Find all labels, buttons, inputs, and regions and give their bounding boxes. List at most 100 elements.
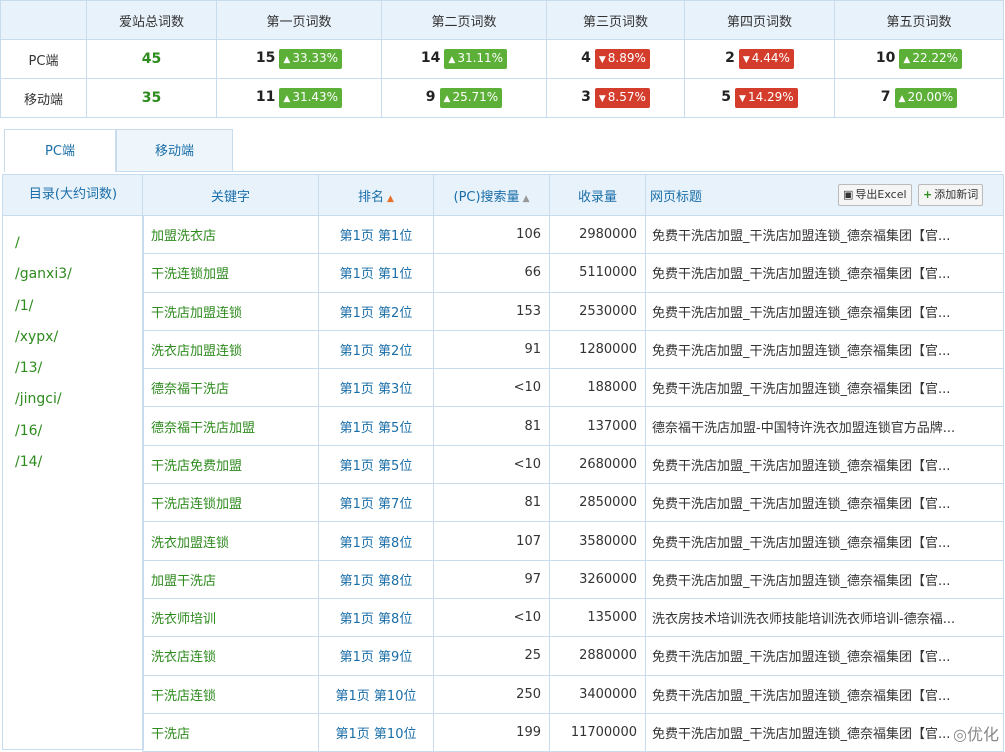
keyword-cell[interactable]: 洗衣加盟连锁 bbox=[142, 521, 319, 561]
arrow-up-icon: ▲ bbox=[283, 55, 291, 65]
summary-row-pc: PC端 45 15 ▲ 33.33% 14 ▲ 31.11% 4 ▼ 8.89% 2 ▼ 4.44% 1… bbox=[0, 39, 1004, 79]
page-title-cell[interactable]: 免费干洗店加盟_干洗店加盟连锁_德奈福集团【官... bbox=[645, 444, 1004, 485]
col-rank[interactable]: 排名 ▲ bbox=[318, 174, 434, 216]
keyword-cell[interactable]: 干洗店连锁 bbox=[142, 674, 319, 714]
summary-cell: 4 ▼ 8.89% bbox=[546, 39, 685, 79]
table-row: 洗衣师培训 第1页 第8位 <10 135000 洗衣房技术培训洗衣师技能培训洗衣师培训… bbox=[142, 597, 1004, 638]
rank-cell: 第1页 第1位 bbox=[318, 214, 434, 255]
page-title-cell[interactable]: 免费干洗店加盟_干洗店加盟连锁_德奈福集团【官... bbox=[645, 368, 1004, 408]
page-title-cell[interactable]: 免费干洗店加盟_干洗店加盟连锁_德奈福集团【官... bbox=[645, 559, 1004, 599]
percent-value: 31.11% bbox=[457, 51, 504, 65]
directory-item[interactable]: /1/ bbox=[3, 291, 143, 322]
keyword-cell[interactable]: 干洗店免费加盟 bbox=[142, 444, 319, 485]
keyword-cell[interactable]: 干洗连锁加盟 bbox=[142, 253, 319, 293]
keyword-cell[interactable]: 洗衣店连锁 bbox=[142, 636, 319, 676]
directory-item[interactable]: /13/ bbox=[3, 353, 143, 384]
arrow-up-icon: ▲ bbox=[448, 55, 456, 65]
index-count-cell: 2880000 bbox=[549, 636, 646, 676]
summary-total: 45 bbox=[86, 39, 217, 79]
col-title: 网页标题 ▣ 导出Excel + 添加新词 bbox=[645, 174, 1004, 216]
page-title-cell[interactable]: 洗衣房技术培训洗衣师技能培训洗衣师培训-德奈福... bbox=[645, 597, 1004, 638]
keyword-table-body: 加盟洗衣店 第1页 第1位 106 2980000 免费干洗店加盟_干洗店加盟连锁_德奈… bbox=[142, 214, 1004, 752]
col-search-volume[interactable]: (PC)搜索量 ▲ bbox=[433, 174, 550, 216]
summary-cell: 15 ▲ 33.33% bbox=[216, 39, 382, 79]
summary-cell: 7 ▲ 20.00% bbox=[834, 78, 1004, 118]
summary-cell: 2 ▼ 4.44% bbox=[684, 39, 835, 79]
percent-badge: ▼ 8.57% bbox=[594, 88, 650, 108]
add-keyword-button[interactable]: + 添加新词 bbox=[918, 184, 984, 206]
keyword-cell[interactable]: 德奈福干洗店 bbox=[142, 368, 319, 408]
sort-icon[interactable]: ▲ bbox=[523, 194, 530, 204]
summary-row-label: 移动端 bbox=[0, 78, 87, 118]
directory-item[interactable]: / bbox=[3, 228, 143, 259]
arrow-up-icon: ▲ bbox=[283, 94, 291, 104]
table-row: 干洗店加盟连锁 第1页 第2位 153 2530000 免费干洗店加盟_干洗店加盟连锁_… bbox=[142, 291, 1004, 331]
summary-count: 11 bbox=[255, 89, 276, 105]
summary-count: 3 bbox=[581, 89, 591, 105]
arrow-up-icon: ▲ bbox=[903, 55, 911, 65]
percent-value: 4.44% bbox=[751, 51, 790, 65]
percent-badge: ▲ 22.22% bbox=[899, 49, 963, 69]
page-title-cell[interactable]: 免费干洗店加盟_干洗店加盟连锁_德奈福集团【官... bbox=[645, 329, 1004, 370]
col-keyword-label: 关键字 bbox=[210, 189, 250, 205]
table-row: 洗衣加盟连锁 第1页 第8位 107 3580000 免费干洗店加盟_干洗店加盟连锁_德… bbox=[142, 521, 1004, 561]
export-excel-button[interactable]: ▣ 导出Excel bbox=[838, 184, 912, 206]
rank-cell: 第1页 第5位 bbox=[318, 444, 434, 485]
index-count-cell: 3400000 bbox=[549, 674, 646, 714]
directory-item[interactable]: /xypx/ bbox=[3, 322, 143, 353]
directory-panel: 目录(大约词数) //ganxi3//1//xypx//13//jingci//… bbox=[2, 174, 144, 750]
page-title-cell[interactable]: 免费干洗店加盟_干洗店加盟连锁_德奈福集团【官... bbox=[645, 712, 1004, 752]
rank-cell: 第1页 第8位 bbox=[318, 597, 434, 638]
arrow-down-icon: ▼ bbox=[742, 55, 750, 65]
summary-header-page5: 第五页词数 bbox=[834, 0, 1004, 40]
table-row: 加盟洗衣店 第1页 第1位 106 2980000 免费干洗店加盟_干洗店加盟连锁_德奈… bbox=[142, 214, 1004, 255]
keyword-cell[interactable]: 干洗店连锁加盟 bbox=[142, 483, 319, 523]
keyword-cell[interactable]: 德奈福干洗店加盟 bbox=[142, 406, 319, 446]
arrow-up-icon: ▲ bbox=[898, 94, 906, 104]
summary-header-page2: 第二页词数 bbox=[381, 0, 547, 40]
percent-value: 31.43% bbox=[292, 90, 339, 104]
directory-item[interactable]: /16/ bbox=[3, 416, 143, 447]
page-title-cell[interactable]: 德奈福干洗店加盟-中国特许洗衣加盟连锁官方品牌... bbox=[645, 406, 1004, 446]
arrow-down-icon: ▼ bbox=[598, 55, 606, 65]
watermark-text: 优化 bbox=[966, 725, 999, 744]
rank-cell: 第1页 第2位 bbox=[318, 329, 434, 370]
keyword-cell[interactable]: 洗衣师培训 bbox=[142, 597, 319, 638]
page-title-cell[interactable]: 免费干洗店加盟_干洗店加盟连锁_德奈福集团【官... bbox=[645, 674, 1004, 714]
directory-item[interactable]: /14/ bbox=[3, 447, 143, 478]
tab-pc[interactable]: PC端 bbox=[4, 129, 116, 172]
keyword-cell[interactable]: 洗衣店加盟连锁 bbox=[142, 329, 319, 370]
keyword-table: 关键字 排名 ▲ (PC)搜索量 ▲ 收录量 网页标题 ▣ 导出Excel + 添加新词… bbox=[142, 174, 1004, 752]
keyword-cell[interactable]: 加盟干洗店 bbox=[142, 559, 319, 599]
index-count-cell: 3260000 bbox=[549, 559, 646, 599]
page-title-cell[interactable]: 免费干洗店加盟_干洗店加盟连锁_德奈福集团【官... bbox=[645, 214, 1004, 255]
summary-cell: 9 ▲ 25.71% bbox=[381, 78, 547, 118]
percent-value: 25.71% bbox=[452, 90, 499, 104]
page-title-cell[interactable]: 免费干洗店加盟_干洗店加盟连锁_德奈福集团【官... bbox=[645, 291, 1004, 331]
table-row: 干洗店连锁 第1页 第10位 250 3400000 免费干洗店加盟_干洗店加盟连锁_德… bbox=[142, 674, 1004, 714]
page-title-cell[interactable]: 免费干洗店加盟_干洗店加盟连锁_德奈福集团【官... bbox=[645, 636, 1004, 676]
add-keyword-label: 添加新词 bbox=[934, 188, 979, 201]
index-count-cell: 11700000 bbox=[549, 712, 646, 752]
keyword-cell[interactable]: 干洗店加盟连锁 bbox=[142, 291, 319, 331]
directory-item[interactable]: /ganxi3/ bbox=[3, 259, 143, 290]
table-row: 德奈福干洗店加盟 第1页 第5位 81 137000 德奈福干洗店加盟-中国特许洗衣加盟… bbox=[142, 406, 1004, 446]
page-title-cell[interactable]: 免费干洗店加盟_干洗店加盟连锁_德奈福集团【官... bbox=[645, 253, 1004, 293]
page-title-cell[interactable]: 免费干洗店加盟_干洗店加盟连锁_德奈福集团【官... bbox=[645, 521, 1004, 561]
rank-cell: 第1页 第10位 bbox=[318, 712, 434, 752]
summary-cell: 10 ▲ 22.22% bbox=[834, 39, 1004, 79]
percent-value: 33.33% bbox=[292, 51, 339, 65]
watermark-logo-icon: ◎ bbox=[953, 725, 967, 744]
page-title-cell[interactable]: 免费干洗店加盟_干洗店加盟连锁_德奈福集团【官... bbox=[645, 483, 1004, 523]
directory-item[interactable]: /jingci/ bbox=[3, 384, 143, 415]
search-volume-cell: 81 bbox=[433, 483, 550, 523]
index-count-cell: 2680000 bbox=[549, 444, 646, 485]
tab-mobile[interactable]: 移动端 bbox=[116, 129, 233, 171]
summary-header-page3: 第三页词数 bbox=[546, 0, 685, 40]
summary-row-label: PC端 bbox=[0, 39, 87, 79]
keyword-cell[interactable]: 干洗店 bbox=[142, 712, 319, 752]
rank-cell: 第1页 第8位 bbox=[318, 521, 434, 561]
summary-header-page1: 第一页词数 bbox=[216, 0, 382, 40]
sort-icon[interactable]: ▲ bbox=[387, 194, 394, 204]
keyword-cell[interactable]: 加盟洗衣店 bbox=[142, 214, 319, 255]
